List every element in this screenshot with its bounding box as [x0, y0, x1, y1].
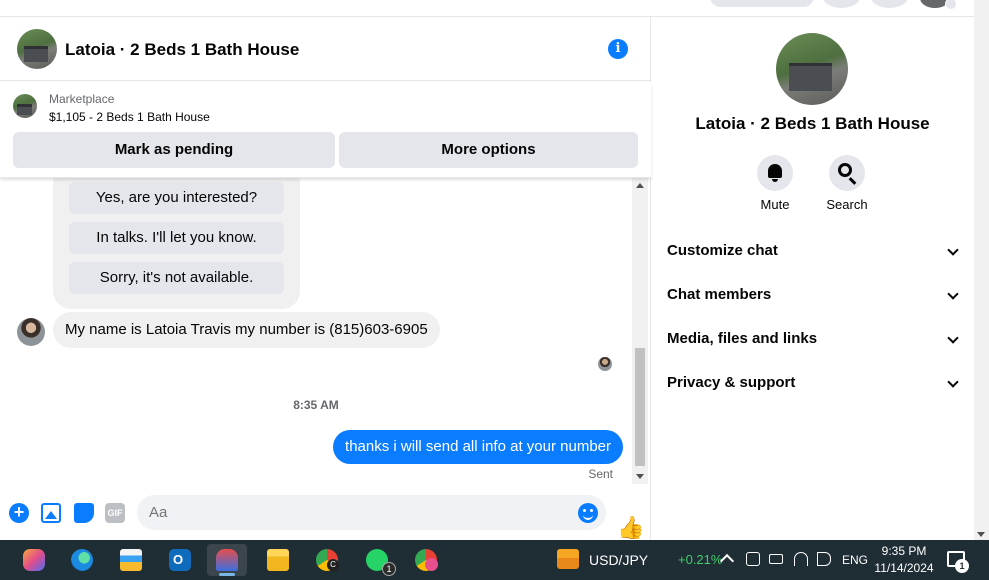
thumbs-up-icon[interactable]: 👍 [617, 517, 644, 539]
battery-icon[interactable] [769, 554, 783, 564]
quick-reply-button[interactable]: In talks. I'll let you know. [69, 222, 284, 254]
clock-time: 9:35 PM [881, 544, 927, 558]
quick-reply-button[interactable]: Yes, are you interested? [69, 182, 284, 214]
whatsapp-badge: 1 [382, 562, 396, 576]
taskbar-edge[interactable] [62, 544, 102, 576]
sticker-icon[interactable] [74, 503, 94, 523]
listing-title[interactable]: $1,105 - 2 Beds 1 Bath House [49, 110, 210, 124]
currency-icon[interactable] [557, 549, 579, 569]
ticker-change[interactable]: +0.21% [678, 552, 722, 567]
quick-reply-button[interactable]: Sorry, it's not available. [69, 262, 284, 294]
clock[interactable]: 9:35 PM 11/14/2024 [872, 543, 936, 577]
bell-icon[interactable] [757, 155, 793, 191]
tool-app-icon [216, 549, 238, 571]
mute-button[interactable]: Mute [745, 155, 805, 212]
header-messenger-button[interactable] [871, 0, 908, 8]
message-input[interactable] [137, 495, 606, 530]
incoming-message[interactable]: My name is Latoia Travis my number is (8… [53, 312, 440, 348]
emoji-icon[interactable] [578, 503, 598, 523]
page-scrollbar[interactable] [974, 0, 989, 540]
taskbar-chrome-profile[interactable] [406, 544, 446, 576]
taskbar-tool-app[interactable] [207, 544, 247, 576]
profile-title: Latoia · 2 Beds 1 Bath House [695, 114, 930, 133]
media-files-links-section[interactable]: Media, files and links [667, 330, 959, 354]
scroll-down-arrow-icon[interactable] [977, 532, 985, 537]
taskbar-store[interactable] [111, 544, 151, 576]
chat-members-section[interactable]: Chat members [667, 286, 959, 310]
message-composer: + GIF 👍 [0, 487, 651, 540]
sent-status: Sent [588, 467, 613, 481]
quick-reply-box: Yes, are you interested? In talks. I'll … [53, 178, 300, 309]
customize-chat-section[interactable]: Customize chat [667, 242, 959, 266]
account-chevron-icon[interactable] [945, 0, 957, 10]
notification-badge: 1 [955, 559, 969, 573]
store-icon [120, 549, 142, 571]
volume-icon[interactable] [817, 552, 831, 566]
outgoing-message[interactable]: thanks i will send all info at your numb… [333, 430, 623, 464]
taskbar-whatsapp[interactable]: 1 [357, 544, 397, 576]
chat-header: Latoia · 2 Beds 1 Bath House i [0, 17, 651, 81]
section-label: Chat members [667, 286, 772, 303]
mute-label: Mute [760, 197, 790, 212]
top-header-strip [0, 0, 974, 17]
marketplace-bar: Marketplace $1,105 - 2 Beds 1 Bath House… [0, 82, 651, 178]
chat-title[interactable]: Latoia · 2 Beds 1 Bath House [65, 40, 299, 60]
copilot-icon [23, 549, 45, 571]
taskbar-file-explorer[interactable] [258, 544, 298, 576]
marketplace-label: Marketplace [49, 92, 115, 106]
chrome-profile-avatar [425, 558, 438, 571]
plus-icon[interactable]: + [9, 503, 29, 523]
chevron-down-icon [947, 244, 959, 256]
scroll-up-arrow-icon[interactable] [636, 183, 644, 188]
photo-icon[interactable] [41, 503, 61, 523]
section-label: Media, files and links [667, 330, 818, 347]
more-options-button[interactable]: More options [339, 132, 638, 168]
chevron-down-icon [947, 376, 959, 388]
taskbar-chrome[interactable]: C [307, 544, 347, 576]
search-button[interactable]: Search [817, 155, 877, 212]
message-scrollbar[interactable] [632, 178, 648, 484]
language-indicator[interactable]: ENG [842, 553, 868, 567]
device-icon[interactable] [746, 552, 760, 566]
message-list: Yes, are you interested? In talks. I'll … [0, 178, 632, 484]
edge-icon [71, 549, 93, 571]
listing-thumbnail[interactable] [13, 94, 37, 118]
taskbar-copilot[interactable] [14, 544, 54, 576]
header-pill-button[interactable] [710, 0, 814, 7]
clock-date: 11/14/2024 [874, 561, 934, 575]
scroll-down-arrow-icon[interactable] [636, 474, 644, 479]
profile-avatar[interactable] [776, 33, 848, 105]
scroll-thumb[interactable] [635, 348, 645, 466]
gif-icon[interactable]: GIF [105, 503, 125, 523]
header-menu-button[interactable] [823, 0, 860, 8]
mark-as-pending-button[interactable]: Mark as pending [13, 132, 335, 168]
privacy-support-section[interactable]: Privacy & support [667, 374, 959, 398]
folder-icon [267, 549, 289, 571]
wifi-icon[interactable] [794, 552, 808, 566]
search-icon[interactable] [829, 155, 865, 191]
section-label: Customize chat [667, 242, 778, 259]
taskbar-outlook[interactable] [160, 544, 200, 576]
search-label: Search [826, 197, 868, 212]
chevron-down-icon [947, 288, 959, 300]
section-label: Privacy & support [667, 374, 796, 391]
ticker-name[interactable]: USD/JPY [589, 552, 648, 568]
chat-avatar[interactable] [17, 29, 57, 69]
chat-panel: Latoia · 2 Beds 1 Bath House i Marketpla… [0, 17, 651, 540]
sender-avatar[interactable] [17, 318, 45, 346]
seen-indicator-avatar [598, 357, 612, 371]
outlook-icon [169, 549, 191, 571]
chrome-profile-badge: C [327, 559, 339, 571]
info-icon[interactable]: i [608, 39, 628, 59]
windows-taskbar: C 1 USD/JPY +0.21% ENG 9:35 PM 11/14/202… [0, 540, 989, 580]
chevron-down-icon [947, 332, 959, 344]
message-timestamp: 8:35 AM [293, 398, 339, 412]
conversation-details-panel: Latoia · 2 Beds 1 Bath House Mute Search… [651, 17, 974, 540]
